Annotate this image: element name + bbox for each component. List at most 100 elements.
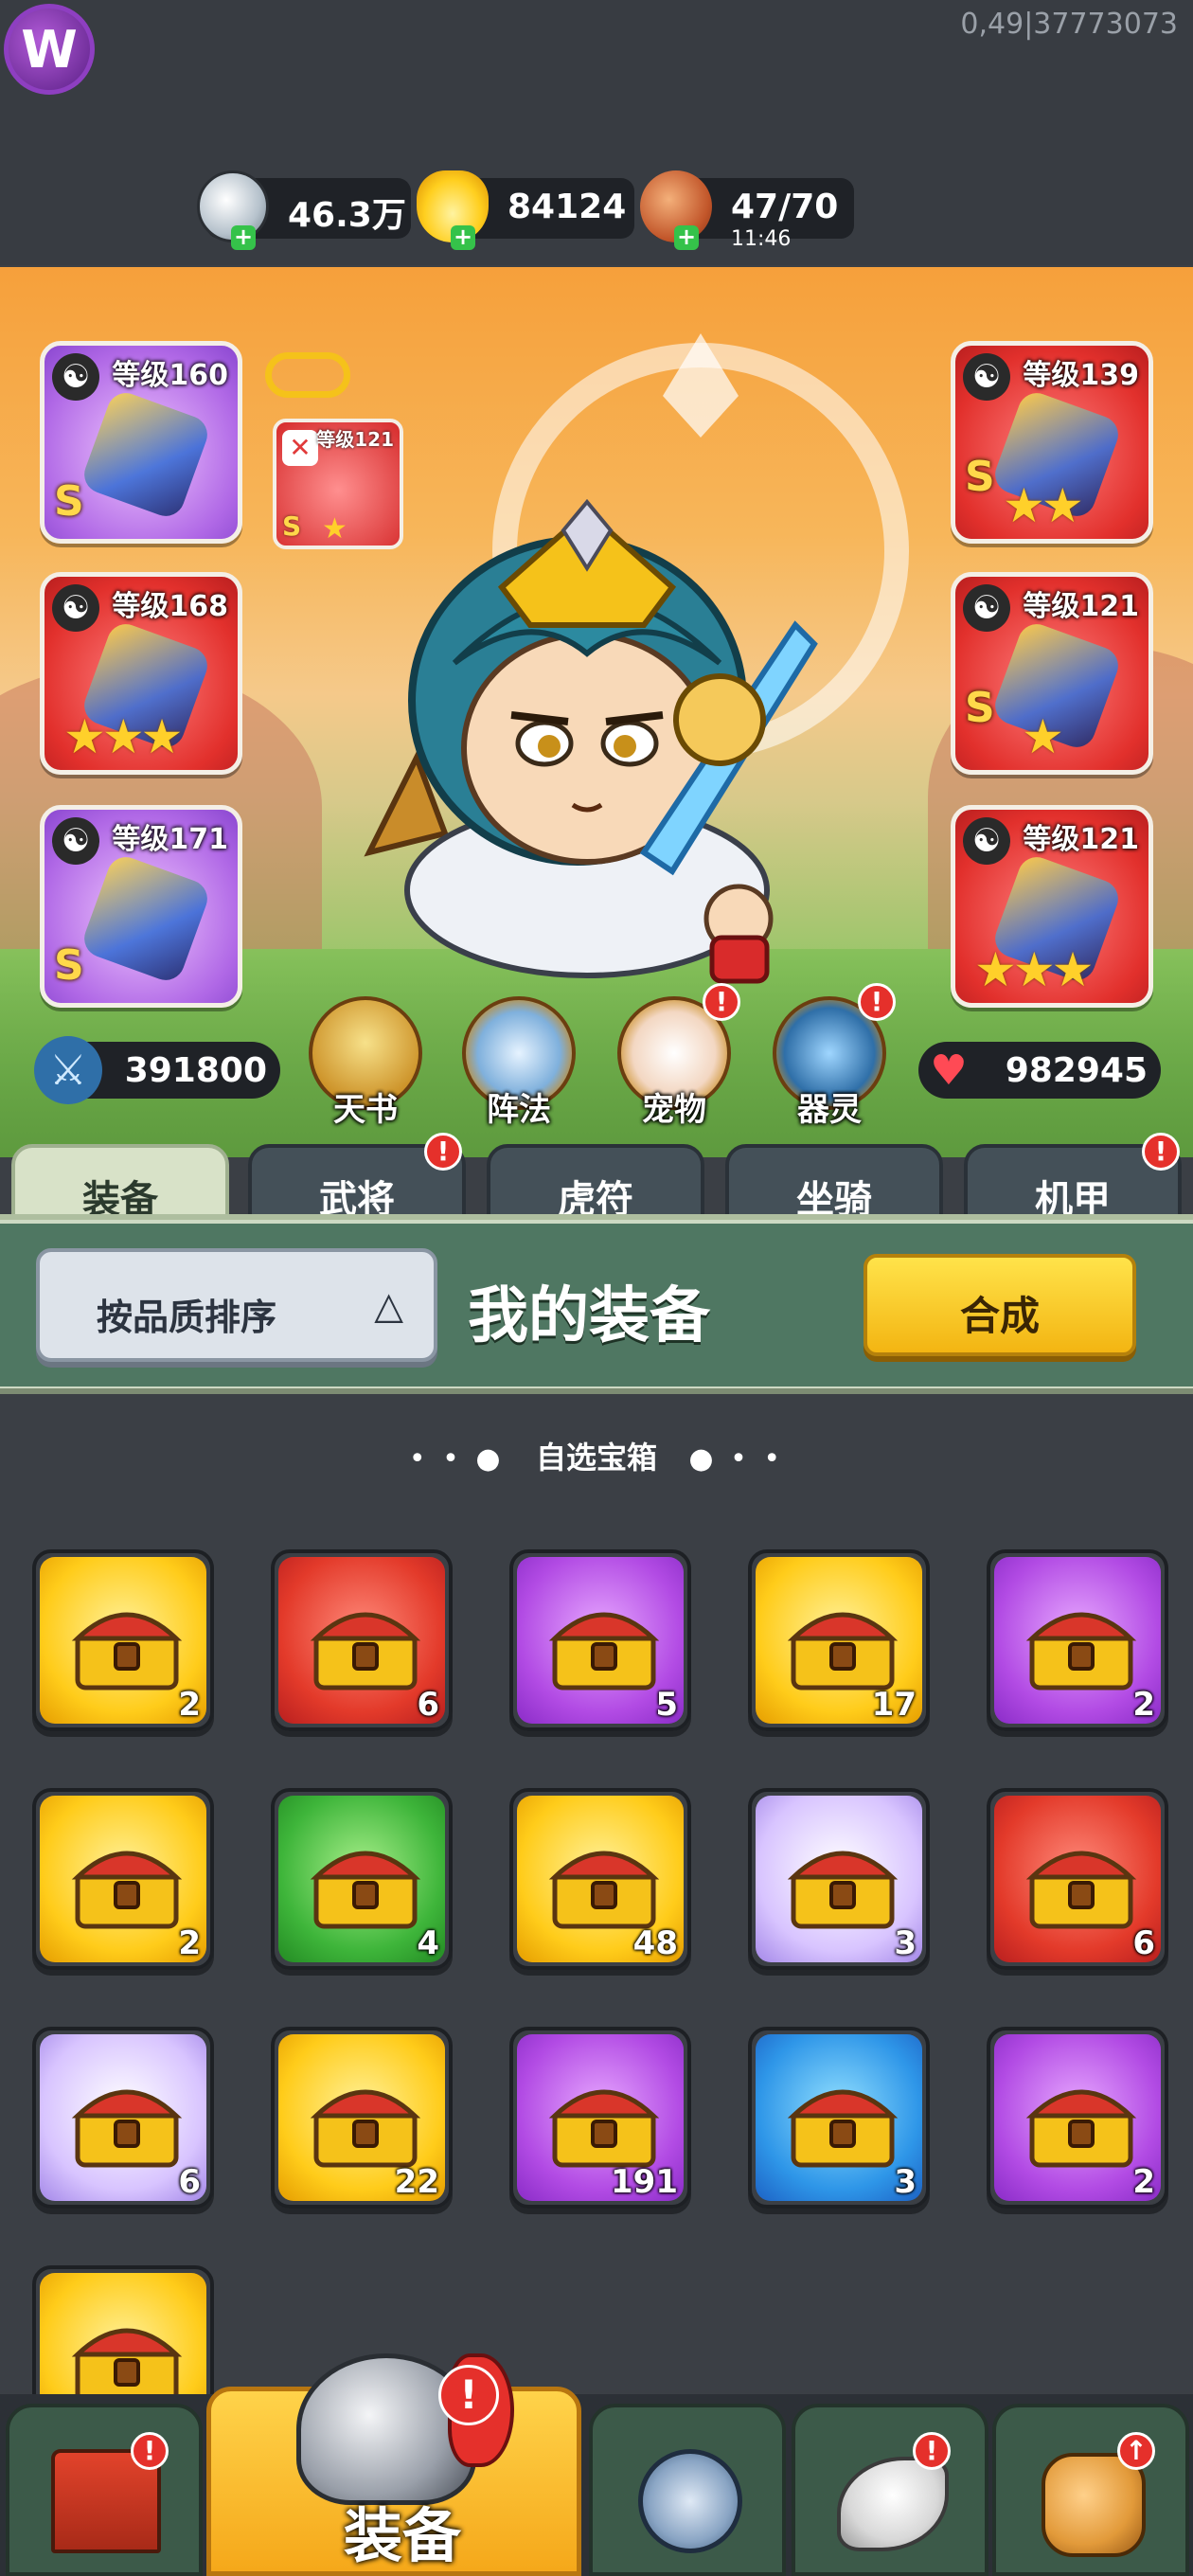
decor-dots-right: ● • • <box>688 1442 785 1476</box>
item-count: 2 <box>1132 1686 1155 1724</box>
item-count: 6 <box>178 2163 201 2201</box>
item-slot[interactable]: 2 <box>32 1788 214 1970</box>
nav-shop[interactable]: ! <box>6 2404 203 2576</box>
item-slot[interactable]: 3 <box>748 1788 930 1970</box>
item-slot[interactable]: 6 <box>32 2027 214 2209</box>
nav-equipment[interactable]: ! 装备 <box>206 2353 581 2576</box>
yinyang-icon: ☯ <box>963 584 1010 632</box>
item-slot[interactable]: 17 <box>748 1549 930 1731</box>
notification-badge: ! <box>424 1133 462 1171</box>
equip-slot-left-2[interactable]: ☯ 等级168 ★★★ <box>40 572 242 775</box>
slot-level: 等级121 <box>316 428 394 451</box>
item-slot[interactable]: 6 <box>271 1549 453 1731</box>
add-stamina-button[interactable]: + <box>674 225 699 250</box>
item-slot[interactable]: 191 <box>509 2027 691 2209</box>
treasure-chest-icon <box>1025 1851 1137 1929</box>
section-title: 自选宝箱 <box>535 1440 657 1476</box>
treasure-chest-icon <box>71 1612 183 1690</box>
tab-equipment[interactable]: 装备 <box>11 1144 229 1224</box>
nav-equipment-label: 装备 <box>344 2501 462 2570</box>
equip-slot-right-3[interactable]: ☯ 等级121 ★★★ <box>951 805 1153 1008</box>
feature-tianshu[interactable]: 天书 <box>307 996 424 1129</box>
slot-stars: ★★ <box>1003 478 1084 533</box>
treasure-chest-icon <box>548 2089 660 2168</box>
silver-resource[interactable]: + 46.3万 <box>197 170 411 250</box>
item-slot[interactable]: 5 <box>509 1549 691 1731</box>
hero-character[interactable] <box>360 474 833 1004</box>
treasure-chest-icon <box>548 1612 660 1690</box>
gold-resource[interactable]: + 84124 <box>417 170 634 250</box>
feature-label: 器灵 <box>797 1091 862 1129</box>
triangle-up-icon: △ <box>374 1284 403 1328</box>
craft-button[interactable]: 合成 <box>864 1254 1136 1356</box>
yinyang-icon: ☯ <box>52 817 99 865</box>
feature-pet[interactable]: 宠物 ! <box>615 983 740 1129</box>
slot-grade: S <box>54 941 84 990</box>
silver-value: 46.3万 <box>288 196 406 235</box>
key-link-icon <box>265 352 350 398</box>
item-slot[interactable]: 22 <box>271 2027 453 2209</box>
equip-slot-right-2[interactable]: ☯ 等级121 S ★ <box>951 572 1153 775</box>
slot-level: 等级160 <box>112 359 228 392</box>
slot-level: 等级121 <box>1023 823 1139 856</box>
treasure-chest-icon <box>1025 2089 1137 2168</box>
logo-letter: W <box>21 19 78 80</box>
tab-tiger-token[interactable]: 虎符 <box>487 1144 704 1224</box>
notification-badge: ! <box>858 983 896 1021</box>
equip-slot-left-3[interactable]: ☯ 等级171 S <box>40 805 242 1008</box>
treasure-chest-icon <box>787 1612 899 1690</box>
treasure-chest-icon <box>310 1851 421 1929</box>
tab-mount[interactable]: 坐骑 <box>725 1144 943 1224</box>
item-slot[interactable]: 2 <box>987 1549 1168 1731</box>
feature-label: 宠物 <box>642 1091 706 1129</box>
item-slot[interactable]: 3 <box>748 2027 930 2209</box>
item-slot[interactable]: 2 <box>987 2027 1168 2209</box>
add-silver-button[interactable]: + <box>231 225 256 250</box>
attack-value: 391800 <box>124 1051 267 1090</box>
slot-level: 等级121 <box>1023 590 1139 623</box>
sword-icon: ✕ <box>282 430 318 466</box>
sword-icon: ⚔ <box>34 1036 102 1104</box>
nav-rank[interactable]: ! <box>792 2404 988 2576</box>
slot-grade: S <box>965 684 995 732</box>
slot-level: 等级168 <box>112 590 228 623</box>
item-count: 5 <box>655 1686 678 1724</box>
item-slot[interactable]: 4 <box>271 1788 453 1970</box>
nav-upgrade[interactable]: ↑ <box>992 2404 1189 2576</box>
item-slot[interactable]: 6 <box>987 1788 1168 1970</box>
item-count: 2 <box>1132 2163 1155 2201</box>
notification-badge: ! <box>913 2432 951 2470</box>
app-logo[interactable]: W <box>4 4 95 95</box>
feature-qiling[interactable]: 器灵 ! <box>771 983 896 1129</box>
treasure-chest-icon <box>1025 1612 1137 1690</box>
treasure-chest-icon <box>787 1851 899 1929</box>
item-slot[interactable]: 2 <box>32 1549 214 1731</box>
item-count: 2 <box>178 1686 201 1724</box>
stamina-timer: 11:46 <box>731 227 792 251</box>
sort-dropdown[interactable]: 按品质排序 △ <box>36 1248 437 1362</box>
nav-battle[interactable] <box>589 2404 786 2576</box>
slot-stars: ★ <box>1022 709 1064 764</box>
item-count: 48 <box>632 1924 678 1962</box>
equip-slot-right-1[interactable]: ☯ 等级139 S ★★ <box>951 341 1153 544</box>
equip-slot-weapon[interactable]: ✕ 等级121 S ★ <box>273 419 403 549</box>
add-gold-button[interactable]: + <box>451 225 475 250</box>
yinyang-icon: ☯ <box>963 817 1010 865</box>
wing-stars-icon <box>837 2457 949 2551</box>
item-slot[interactable]: 48 <box>509 1788 691 1970</box>
item-count: 17 <box>871 1686 917 1724</box>
crossbow-icon <box>79 387 213 522</box>
slot-grade: S <box>282 510 302 542</box>
slot-stars: ★★★ <box>63 709 184 764</box>
treasure-chest-icon <box>548 1851 660 1929</box>
equip-slot-left-1[interactable]: ☯ 等级160 S <box>40 341 242 544</box>
upgrade-arrow-badge: ↑ <box>1117 2432 1155 2470</box>
item-count: 4 <box>417 1924 439 1962</box>
feature-zhenfa[interactable]: 阵法 <box>460 996 578 1129</box>
slot-level: 等级171 <box>112 823 228 856</box>
hp-value: 982945 <box>1005 1051 1148 1090</box>
feature-label: 天书 <box>333 1091 398 1129</box>
item-count: 6 <box>417 1686 439 1724</box>
attack-stat: ⚔ 391800 <box>34 1036 280 1104</box>
stamina-value: 47/70 <box>731 188 839 226</box>
